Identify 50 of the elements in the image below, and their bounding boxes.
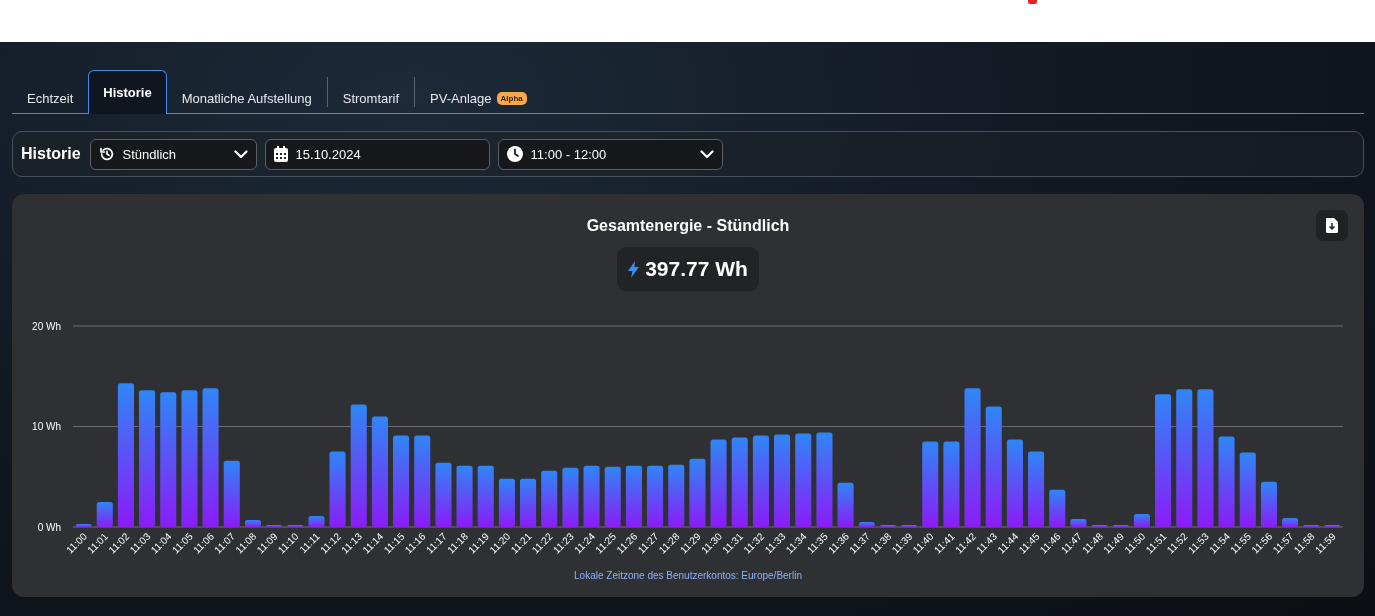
energy-bar: [858, 522, 875, 527]
energy-bar: [668, 464, 685, 527]
notification-mark: [1028, 0, 1037, 4]
interval-dropdown[interactable]: Stündlich: [89, 138, 257, 170]
energy-bar: [625, 465, 642, 527]
energy-bar: [689, 458, 706, 527]
download-button[interactable]: [1316, 210, 1348, 241]
clock-icon: [506, 146, 523, 162]
alpha-badge: Alpha: [496, 92, 527, 105]
filter-label: Historie: [21, 145, 81, 163]
energy-bar: [1260, 481, 1277, 527]
chart-title: Gesamtenergie - Stündlich: [586, 217, 790, 235]
energy-bar: [1070, 519, 1087, 527]
energy-bar: [1049, 489, 1066, 527]
tab[interactable]: Monatliche Aufstellung: [166, 83, 327, 113]
energy-bar: [308, 515, 325, 527]
lightning-icon: [628, 260, 640, 278]
axis-label: 20 Wh: [32, 320, 61, 332]
chevron-down-icon: [233, 149, 248, 159]
energy-bar: [498, 478, 515, 527]
energy-bar: [1133, 513, 1150, 527]
energy-bar: [244, 520, 261, 527]
history-icon: [98, 146, 115, 162]
tab[interactable]: Stromtarif: [327, 83, 415, 113]
energy-bar: [96, 501, 113, 527]
energy-bar: [583, 465, 600, 527]
energy-bar: [562, 467, 579, 527]
file-download-icon: [1326, 218, 1338, 233]
axis-label: 10 Wh: [32, 421, 61, 432]
energy-bar: [223, 460, 240, 527]
energy-bar: [837, 482, 854, 527]
timezone-note: Lokale Zeitzone des Benutzerkontos: Europe/Berlin: [574, 570, 802, 581]
energy-bar: [1282, 518, 1299, 527]
energy-bar: [75, 524, 92, 527]
energy-bar: [541, 470, 558, 527]
tab[interactable]: Historie: [88, 70, 167, 114]
chevron-down-icon: [699, 149, 714, 159]
time-range-dropdown[interactable]: 11:00 - 12:00: [497, 138, 723, 170]
energy-bar: [520, 478, 537, 527]
tab[interactable]: PV-Anlage Alpha: [415, 83, 542, 113]
energy-bar: [647, 465, 664, 527]
axis-label: 0 Wh: [37, 521, 61, 533]
energy-bar: [477, 465, 494, 527]
total-energy-badge: 397.77 Wh: [617, 247, 759, 291]
energy-bar: [456, 465, 473, 527]
energy-bar: [604, 466, 621, 527]
tab[interactable]: Echtzeit: [12, 83, 89, 113]
date-field[interactable]: 15.10.2024: [264, 138, 490, 170]
calendar-icon: [273, 146, 288, 162]
energy-bar: [435, 462, 452, 527]
